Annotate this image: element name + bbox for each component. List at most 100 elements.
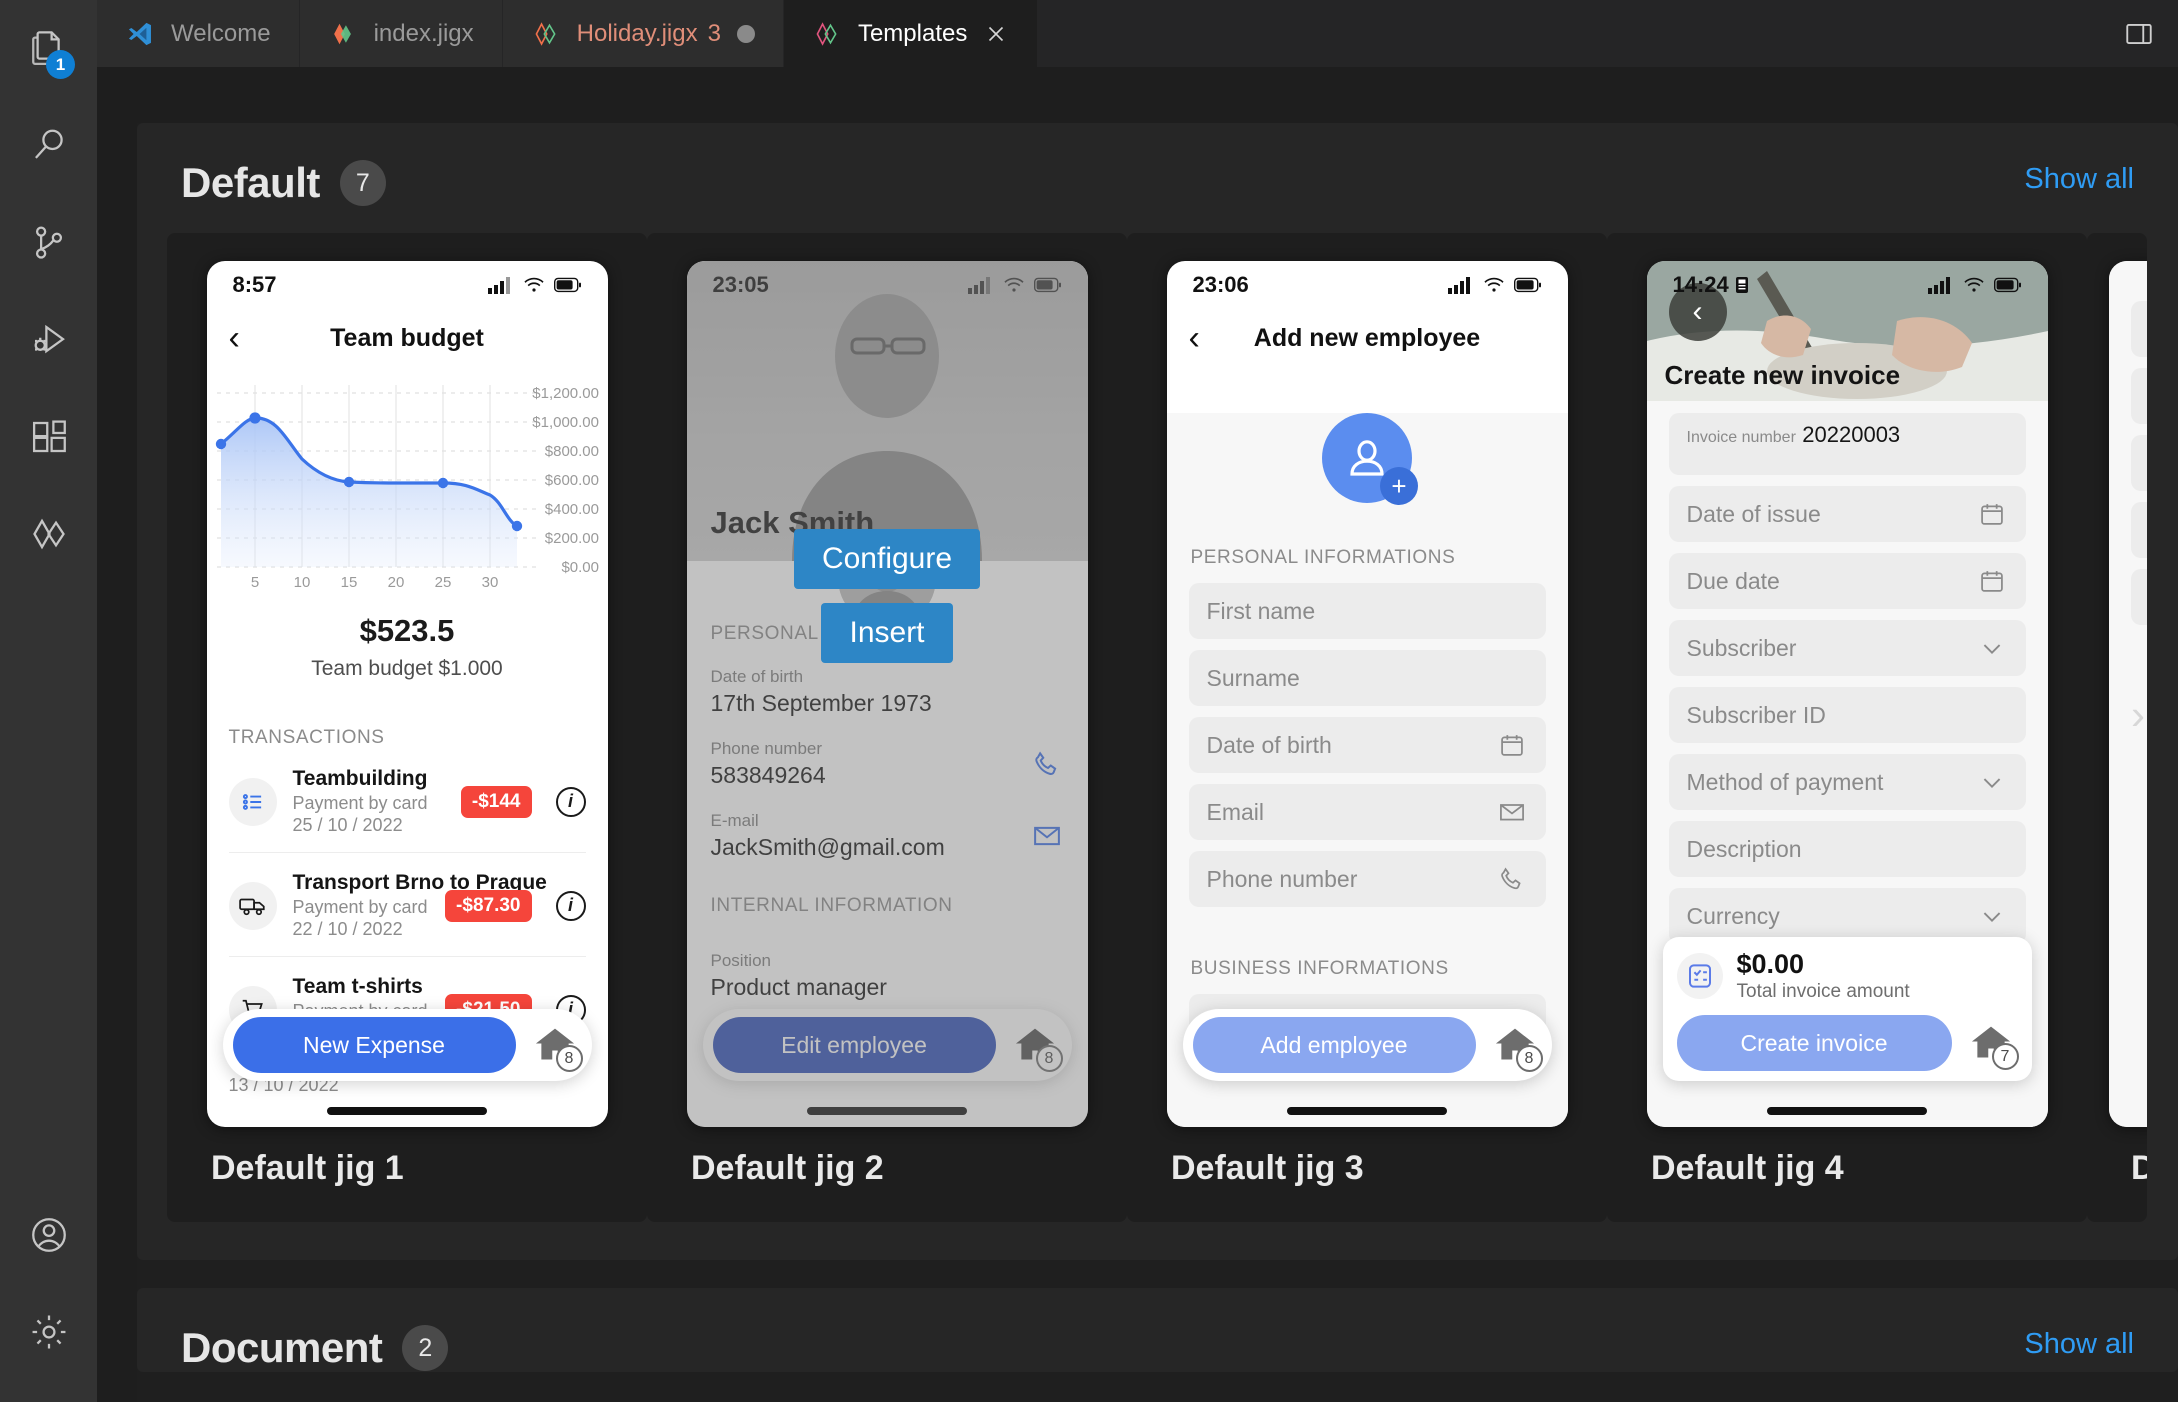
input-subscriber[interactable]: Subscriber bbox=[1668, 620, 2026, 676]
tab-label: Templates bbox=[857, 19, 968, 47]
sidebar-item-search[interactable] bbox=[0, 97, 97, 194]
home-icon[interactable]: 8 bbox=[1488, 1018, 1543, 1072]
activity-bar: 1 bbox=[0, 0, 97, 1402]
status-time: 14:24 bbox=[1673, 272, 1749, 298]
accounts-icon[interactable] bbox=[0, 1186, 97, 1283]
tab-index-jigx[interactable]: index.jigx bbox=[299, 0, 503, 67]
transaction-date: 25 / 10 / 2022 bbox=[292, 815, 403, 835]
svg-text:$400.00: $400.00 bbox=[544, 501, 598, 518]
battery-icon bbox=[1993, 277, 2021, 293]
insert-button[interactable]: Insert bbox=[821, 603, 953, 663]
input-placeholder: Surname bbox=[1206, 664, 1300, 691]
calendar-icon[interactable] bbox=[1976, 498, 2008, 530]
envelope-icon[interactable] bbox=[1496, 796, 1528, 828]
chevron-down-icon[interactable] bbox=[1976, 632, 2008, 664]
gear-icon[interactable] bbox=[0, 1283, 97, 1380]
tab-templates[interactable]: Templates bbox=[783, 0, 1039, 67]
home-icon[interactable]: 7 bbox=[1964, 1016, 2019, 1070]
sidebar-item-explorer[interactable]: 1 bbox=[0, 0, 97, 97]
input-label: Invoice number bbox=[1686, 429, 1796, 446]
chevron-right-icon[interactable]: › bbox=[2116, 691, 2160, 738]
section-title: Document bbox=[181, 1324, 383, 1371]
explorer-badge: 1 bbox=[46, 50, 75, 79]
list-item[interactable]: Transport Brno to Prague Payment by card… bbox=[228, 853, 586, 957]
chevron-down-icon[interactable] bbox=[1976, 900, 2008, 932]
svg-text:20: 20 bbox=[387, 574, 404, 591]
add-photo-avatar[interactable]: + bbox=[1322, 413, 1418, 505]
input-due-date[interactable]: Due date bbox=[1668, 553, 2026, 609]
input-invoice-number[interactable]: Invoice number 20220003 bbox=[1668, 413, 2026, 475]
templates-editor: Default 7 Show all 8:57 ‹ Team budget 5 … bbox=[97, 67, 2178, 1402]
cellular-icon bbox=[487, 277, 510, 294]
card-label: Default jig 4 bbox=[1651, 1149, 1844, 1187]
invoice-total-row: $0.00 Total invoice amount bbox=[1676, 949, 2018, 1003]
info-icon[interactable]: i bbox=[555, 890, 586, 921]
tab-label: index.jigx bbox=[373, 19, 474, 47]
template-card-default-jig-2[interactable]: 23:05 Jack Smith PERSONAL INFORM Date of… bbox=[647, 233, 1127, 1222]
svg-text:$0.00: $0.00 bbox=[561, 559, 599, 576]
template-card-default-jig-1[interactable]: 8:57 ‹ Team budget 5 10 15 20 25 30 $1,2… bbox=[167, 233, 647, 1222]
chevron-down-icon[interactable] bbox=[1976, 766, 2008, 798]
input-partial[interactable] bbox=[2131, 569, 2147, 625]
split-editor-icon[interactable] bbox=[2122, 17, 2156, 51]
plus-icon[interactable]: + bbox=[1380, 467, 1418, 505]
tab-dirty-indicator[interactable] bbox=[736, 24, 755, 43]
input-method-of-payment[interactable]: Method of payment bbox=[1668, 754, 2026, 810]
configure-button[interactable]: Configure bbox=[793, 529, 981, 589]
input-partial[interactable] bbox=[2131, 502, 2147, 558]
input-description[interactable]: Description bbox=[1668, 821, 2026, 877]
input-phone-number[interactable]: Phone number bbox=[1188, 851, 1546, 907]
calendar-icon[interactable] bbox=[1976, 565, 2008, 597]
input-date-of-birth[interactable]: Date of birth bbox=[1188, 717, 1546, 773]
home-indicator bbox=[1287, 1107, 1447, 1115]
home-badge-count: 8 bbox=[555, 1045, 583, 1072]
input-subscriber-id[interactable]: Subscriber ID bbox=[1668, 687, 2026, 743]
input-email[interactable]: Email bbox=[1188, 784, 1546, 840]
chart-area-fill bbox=[220, 417, 517, 567]
input-surname[interactable]: Surname bbox=[1188, 650, 1546, 706]
tab-holiday-jigx[interactable]: Holiday.jigx 3 bbox=[502, 0, 784, 67]
calendar-icon[interactable] bbox=[1496, 729, 1528, 761]
show-all-link-default[interactable]: Show all bbox=[2024, 163, 2134, 196]
home-icon[interactable]: 8 bbox=[528, 1018, 583, 1072]
add-employee-button[interactable]: Add employee bbox=[1192, 1017, 1476, 1073]
jigx-file-icon bbox=[328, 19, 358, 49]
sidebar-item-source-control[interactable] bbox=[0, 194, 97, 291]
template-card-default-jig-4[interactable]: ‹ Create new invoice 14:24 Invoice numbe… bbox=[1607, 233, 2087, 1222]
create-invoice-button[interactable]: Create invoice bbox=[1676, 1015, 1952, 1071]
status-icons bbox=[1447, 276, 1542, 294]
tab-welcome[interactable]: Welcome bbox=[97, 0, 300, 67]
input-date-of-issue[interactable]: Date of issue bbox=[1668, 486, 2026, 542]
cellular-icon bbox=[1447, 277, 1470, 294]
new-expense-button[interactable]: New Expense bbox=[232, 1017, 516, 1073]
template-card-default-jig-3[interactable]: 23:06 ‹ Add new employee + PERSONAL INFO… bbox=[1127, 233, 1607, 1222]
card-label: Default jig 3 bbox=[1171, 1149, 1364, 1187]
sidebar-item-run-and-debug[interactable] bbox=[0, 291, 97, 388]
svg-text:15: 15 bbox=[340, 574, 357, 591]
vscode-icon bbox=[125, 19, 155, 49]
chart-svg: 5 10 15 20 25 30 $1,200.00 $1,000.00 $80… bbox=[215, 385, 599, 591]
input-partial[interactable] bbox=[2131, 301, 2147, 357]
info-icon[interactable]: i bbox=[555, 786, 586, 817]
input-partial[interactable] bbox=[2131, 368, 2147, 424]
templates-webview: Default 7 Show all 8:57 ‹ Team budget 5 … bbox=[137, 123, 2178, 1402]
hover-overlay bbox=[686, 261, 1088, 1127]
section-label-personal: PERSONAL INFORMATIONS bbox=[1190, 547, 1456, 568]
input-currency[interactable]: Currency bbox=[1668, 888, 2026, 944]
card-label: D bbox=[2131, 1149, 2147, 1187]
input-first-name[interactable]: First name bbox=[1188, 583, 1546, 639]
show-all-link-document[interactable]: Show all bbox=[2024, 1328, 2134, 1361]
input-placeholder: Phone number bbox=[1206, 865, 1358, 892]
input-placeholder: Date of issue bbox=[1686, 500, 1821, 527]
input-value: 20220003 bbox=[1802, 422, 1901, 447]
transaction-date: 22 / 10 / 2022 bbox=[292, 919, 403, 939]
input-partial[interactable] bbox=[2131, 435, 2147, 491]
close-icon[interactable] bbox=[983, 21, 1009, 47]
sidebar-item-extensions[interactable] bbox=[0, 388, 97, 485]
status-icons bbox=[487, 276, 582, 294]
status-time: 8:57 bbox=[232, 272, 277, 297]
sidebar-item-jigx[interactable] bbox=[0, 485, 97, 582]
list-item[interactable]: Teambuilding Payment by card 25 / 10 / 2… bbox=[228, 749, 586, 853]
phone-icon[interactable] bbox=[1496, 863, 1528, 895]
status-bar: 8:57 bbox=[207, 261, 608, 309]
